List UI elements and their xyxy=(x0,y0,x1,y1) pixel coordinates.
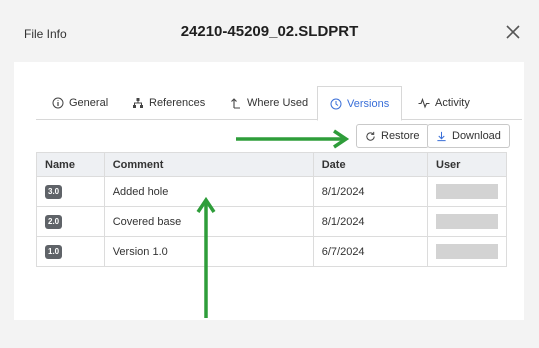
annotation-arrows xyxy=(196,129,350,318)
arrow-to-restore-icon xyxy=(236,129,350,149)
arrow-to-comment-icon xyxy=(196,196,216,318)
